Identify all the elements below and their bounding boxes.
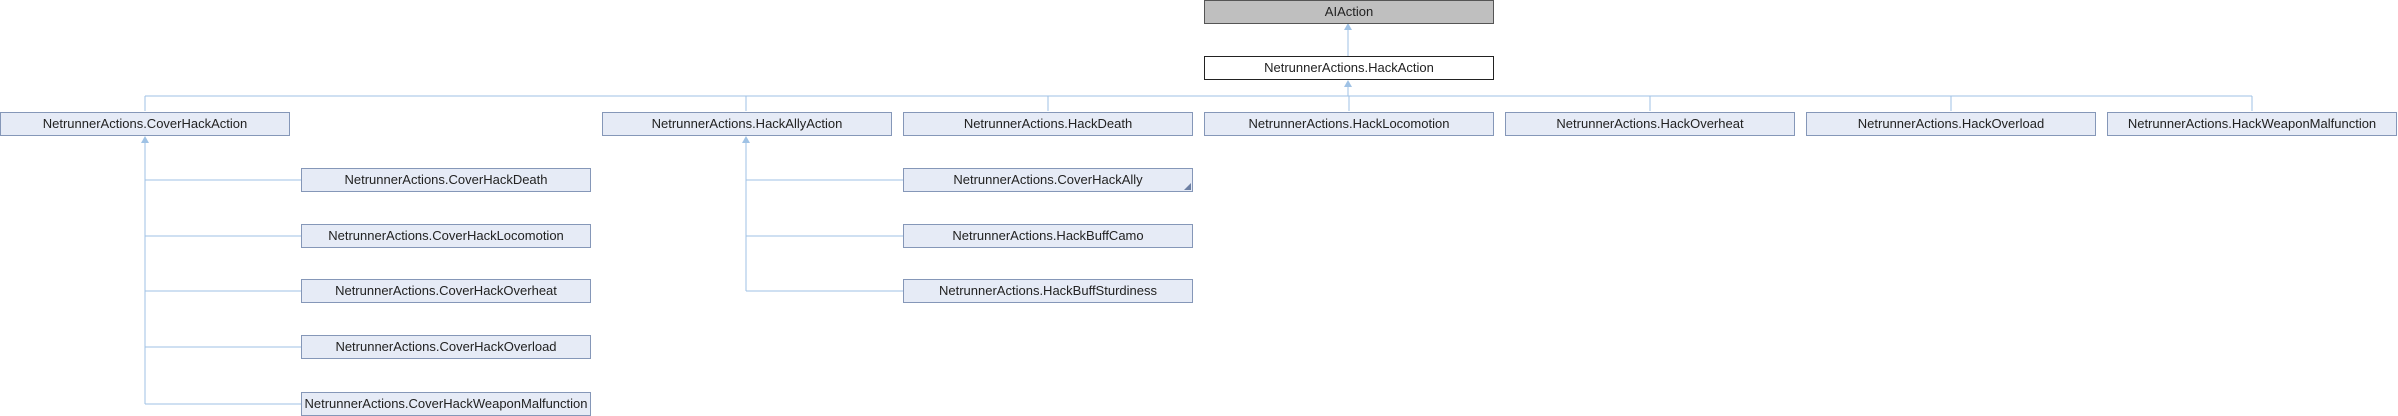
node-cover-hack-weapon-malfunction[interactable]: NetrunnerActions.CoverHackWeaponMalfunct… [301, 392, 591, 416]
arrow-root [1344, 23, 1352, 30]
node-cover-hack-locomotion[interactable]: NetrunnerActions.CoverHackLocomotion [301, 224, 591, 248]
node-hack-overload[interactable]: NetrunnerActions.HackOverload [1806, 112, 2096, 136]
arrow-current [1344, 80, 1352, 87]
node-cover-hack-death[interactable]: NetrunnerActions.CoverHackDeath [301, 168, 591, 192]
node-hack-ally-action[interactable]: NetrunnerActions.HackAllyAction [602, 112, 892, 136]
node-cover-hack-action[interactable]: NetrunnerActions.CoverHackAction [0, 112, 290, 136]
node-hack-action: NetrunnerActions.HackAction [1204, 56, 1494, 80]
node-hack-death[interactable]: NetrunnerActions.HackDeath [903, 112, 1193, 136]
node-cover-hack-overheat[interactable]: NetrunnerActions.CoverHackOverheat [301, 279, 591, 303]
arrow-cover-hack-action [141, 136, 149, 143]
node-hack-buff-sturdiness[interactable]: NetrunnerActions.HackBuffSturdiness [903, 279, 1193, 303]
arrow-hack-ally-action [742, 136, 750, 143]
node-cover-hack-overload[interactable]: NetrunnerActions.CoverHackOverload [301, 335, 591, 359]
node-hack-overheat[interactable]: NetrunnerActions.HackOverheat [1505, 112, 1795, 136]
node-hack-locomotion[interactable]: NetrunnerActions.HackLocomotion [1204, 112, 1494, 136]
node-aiaction[interactable]: AIAction [1204, 0, 1494, 24]
node-hack-buff-camo[interactable]: NetrunnerActions.HackBuffCamo [903, 224, 1193, 248]
node-hack-weapon-malfunction[interactable]: NetrunnerActions.HackWeaponMalfunction [2107, 112, 2397, 136]
inheritance-diagram: AIAction NetrunnerActions.HackAction Net… [0, 0, 2398, 416]
node-cover-hack-ally[interactable]: NetrunnerActions.CoverHackAlly [903, 168, 1193, 192]
